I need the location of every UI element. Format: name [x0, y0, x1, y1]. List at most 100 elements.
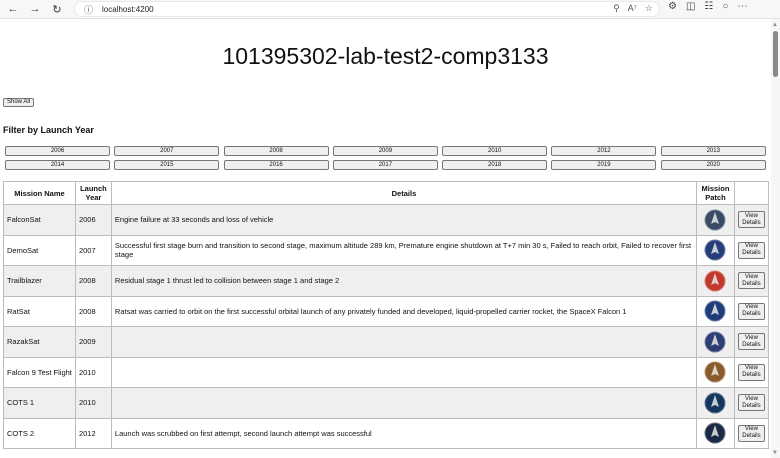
- year-filter-button[interactable]: 2008: [223, 146, 329, 156]
- details-cell: Launch was scrubbed on first attempt, se…: [110, 417, 697, 449]
- scrollbar-thumb[interactable]: [773, 31, 778, 77]
- page-title: 101395302-lab-test2-comp3133: [222, 43, 549, 69]
- view-details-label-line2: Details: [742, 280, 761, 287]
- view-details-button[interactable]: View Details: [737, 424, 765, 442]
- table-row: FalconSat 2006 Engine failure at 33 second…: [3, 204, 770, 236]
- year-filter-button[interactable]: 2013: [660, 146, 766, 156]
- mission-name-cell: Trailblazer: [3, 265, 76, 297]
- view-details-button[interactable]: View Details: [737, 272, 765, 290]
- launch-year-cell: 2010: [74, 356, 112, 388]
- mission-patch-icon: [704, 331, 726, 353]
- view-details-label-line1: View: [745, 365, 758, 372]
- year-filter-button[interactable]: 2019: [551, 160, 657, 170]
- copilot-icon[interactable]: ○: [722, 1, 728, 12]
- missions-table-body: FalconSat 2006 Engine failure at 33 second…: [3, 204, 770, 449]
- action-cell: View Details: [733, 417, 770, 449]
- mission-name-cell: FalconSat: [3, 204, 76, 236]
- refresh-icon[interactable]: ↻: [48, 0, 66, 18]
- launch-year-cell: 2008: [74, 295, 112, 327]
- view-details-button[interactable]: View Details: [737, 394, 765, 412]
- header-mission-patch: Mission Patch: [695, 181, 735, 205]
- mission-patch-cell: [695, 295, 735, 327]
- view-details-label-line2: Details: [742, 250, 761, 257]
- year-filter-button[interactable]: 2010: [442, 146, 548, 156]
- zoom-icon[interactable]: ⚲: [613, 3, 620, 14]
- table-row: Trailblazer 2008 Residual stage 1 thrust l…: [3, 265, 770, 297]
- year-filter-button[interactable]: 2016: [223, 160, 329, 170]
- scroll-down-icon[interactable]: ▼: [772, 450, 778, 456]
- details-cell: Successful first stage burn and transiti…: [110, 234, 697, 266]
- action-cell: View Details: [733, 326, 770, 358]
- year-filter-button[interactable]: 2009: [332, 146, 438, 156]
- view-details-button[interactable]: View Details: [737, 241, 765, 259]
- mission-patch-icon: [704, 361, 726, 383]
- view-details-button[interactable]: View Details: [737, 211, 765, 229]
- view-details-label-line1: View: [745, 334, 758, 341]
- launch-year-cell: 2010: [74, 387, 112, 419]
- year-filter-button[interactable]: 2007: [114, 146, 220, 156]
- mission-patch-image: [704, 422, 726, 444]
- browser-toolbar: ← → ↻ ⓘ localhost:4200 ⚲ A⁷ ☆ ⚙ ◫ ☷ ○ ⋯: [0, 0, 780, 19]
- year-filter-button[interactable]: 2006: [5, 146, 110, 156]
- mission-patch-icon: [704, 422, 726, 444]
- url-text[interactable]: localhost:4200: [102, 5, 154, 14]
- action-cell: View Details: [733, 265, 770, 297]
- filter-heading: Filter by Launch Year: [3, 125, 94, 135]
- mission-patch-cell: [695, 326, 735, 358]
- collections-icon[interactable]: ☷: [704, 1, 713, 12]
- site-info-icon[interactable]: ⓘ: [84, 3, 94, 16]
- year-filter-button[interactable]: 2020: [660, 160, 766, 170]
- table-row: RatSat 2008 Ratsat was carried to orbit on…: [3, 295, 770, 327]
- header-mission-patch-line1: Mission: [701, 184, 730, 193]
- action-cell: View Details: [733, 295, 770, 327]
- mission-patch-cell: [695, 204, 735, 236]
- launch-year-cell: 2006: [74, 204, 112, 236]
- view-details-label-line1: View: [745, 395, 758, 402]
- mission-name-cell: DemoSat: [3, 234, 76, 266]
- header-launch-year: Launch Year: [74, 181, 112, 205]
- year-filter-button[interactable]: 2017: [332, 160, 438, 170]
- view-details-label-line2: Details: [742, 219, 761, 226]
- year-filter-button[interactable]: 2012: [551, 146, 657, 156]
- back-icon[interactable]: ←: [4, 0, 22, 18]
- more-menu-icon[interactable]: ⋯: [737, 1, 747, 12]
- vertical-scrollbar[interactable]: ▲ ▼: [771, 19, 780, 458]
- action-cell: View Details: [733, 387, 770, 419]
- launch-year-cell: 2012: [74, 417, 112, 449]
- scroll-up-icon[interactable]: ▲: [772, 22, 778, 28]
- table-header-row: Mission Name Launch Year Details Mission P…: [3, 181, 770, 205]
- year-filter-button[interactable]: 2014: [5, 160, 110, 170]
- mission-patch-icon: [704, 300, 726, 322]
- view-details-button[interactable]: View Details: [737, 302, 765, 320]
- mission-patch-image: [704, 392, 726, 414]
- view-details-label-line2: Details: [742, 402, 761, 409]
- mission-name-cell: Falcon 9 Test Flight: [3, 356, 76, 388]
- split-screen-icon[interactable]: ◫: [686, 1, 695, 12]
- show-all-button[interactable]: Show All: [3, 98, 34, 107]
- year-filter-button[interactable]: 2018: [442, 160, 548, 170]
- action-cell: View Details: [733, 234, 770, 266]
- view-details-button[interactable]: View Details: [737, 363, 765, 381]
- read-aloud-icon[interactable]: A⁷: [628, 3, 637, 14]
- launch-year-cell: 2007: [74, 234, 112, 266]
- address-bar[interactable]: ⓘ localhost:4200 ⚲ A⁷ ☆: [74, 1, 660, 17]
- details-cell: [110, 356, 697, 388]
- launch-year-cell: 2009: [74, 326, 112, 358]
- view-details-button[interactable]: View Details: [737, 333, 765, 351]
- table-row: Falcon 9 Test Flight 2010 View Details: [3, 356, 770, 388]
- header-mission-name: Mission Name: [3, 181, 76, 205]
- action-cell: View Details: [733, 356, 770, 388]
- extensions-icon[interactable]: ⚙: [668, 1, 677, 12]
- missions-table: Mission Name Launch Year Details Mission P…: [3, 181, 770, 449]
- year-filter-button[interactable]: 2015: [114, 160, 220, 170]
- view-details-label-line1: View: [745, 304, 758, 311]
- mission-patch-cell: [695, 417, 735, 449]
- mission-patch-icon: [704, 392, 726, 414]
- forward-icon[interactable]: →: [26, 0, 44, 18]
- mission-patch-image: [704, 300, 726, 322]
- page-viewport: 101395302-lab-test2-comp3133 Show All Fi…: [0, 19, 771, 458]
- favorite-star-icon[interactable]: ☆: [645, 3, 653, 14]
- mission-name-cell: COTS 2: [3, 417, 76, 449]
- details-cell: [110, 387, 697, 419]
- table-row: DemoSat 2007 Successful first stage burn a…: [3, 234, 770, 266]
